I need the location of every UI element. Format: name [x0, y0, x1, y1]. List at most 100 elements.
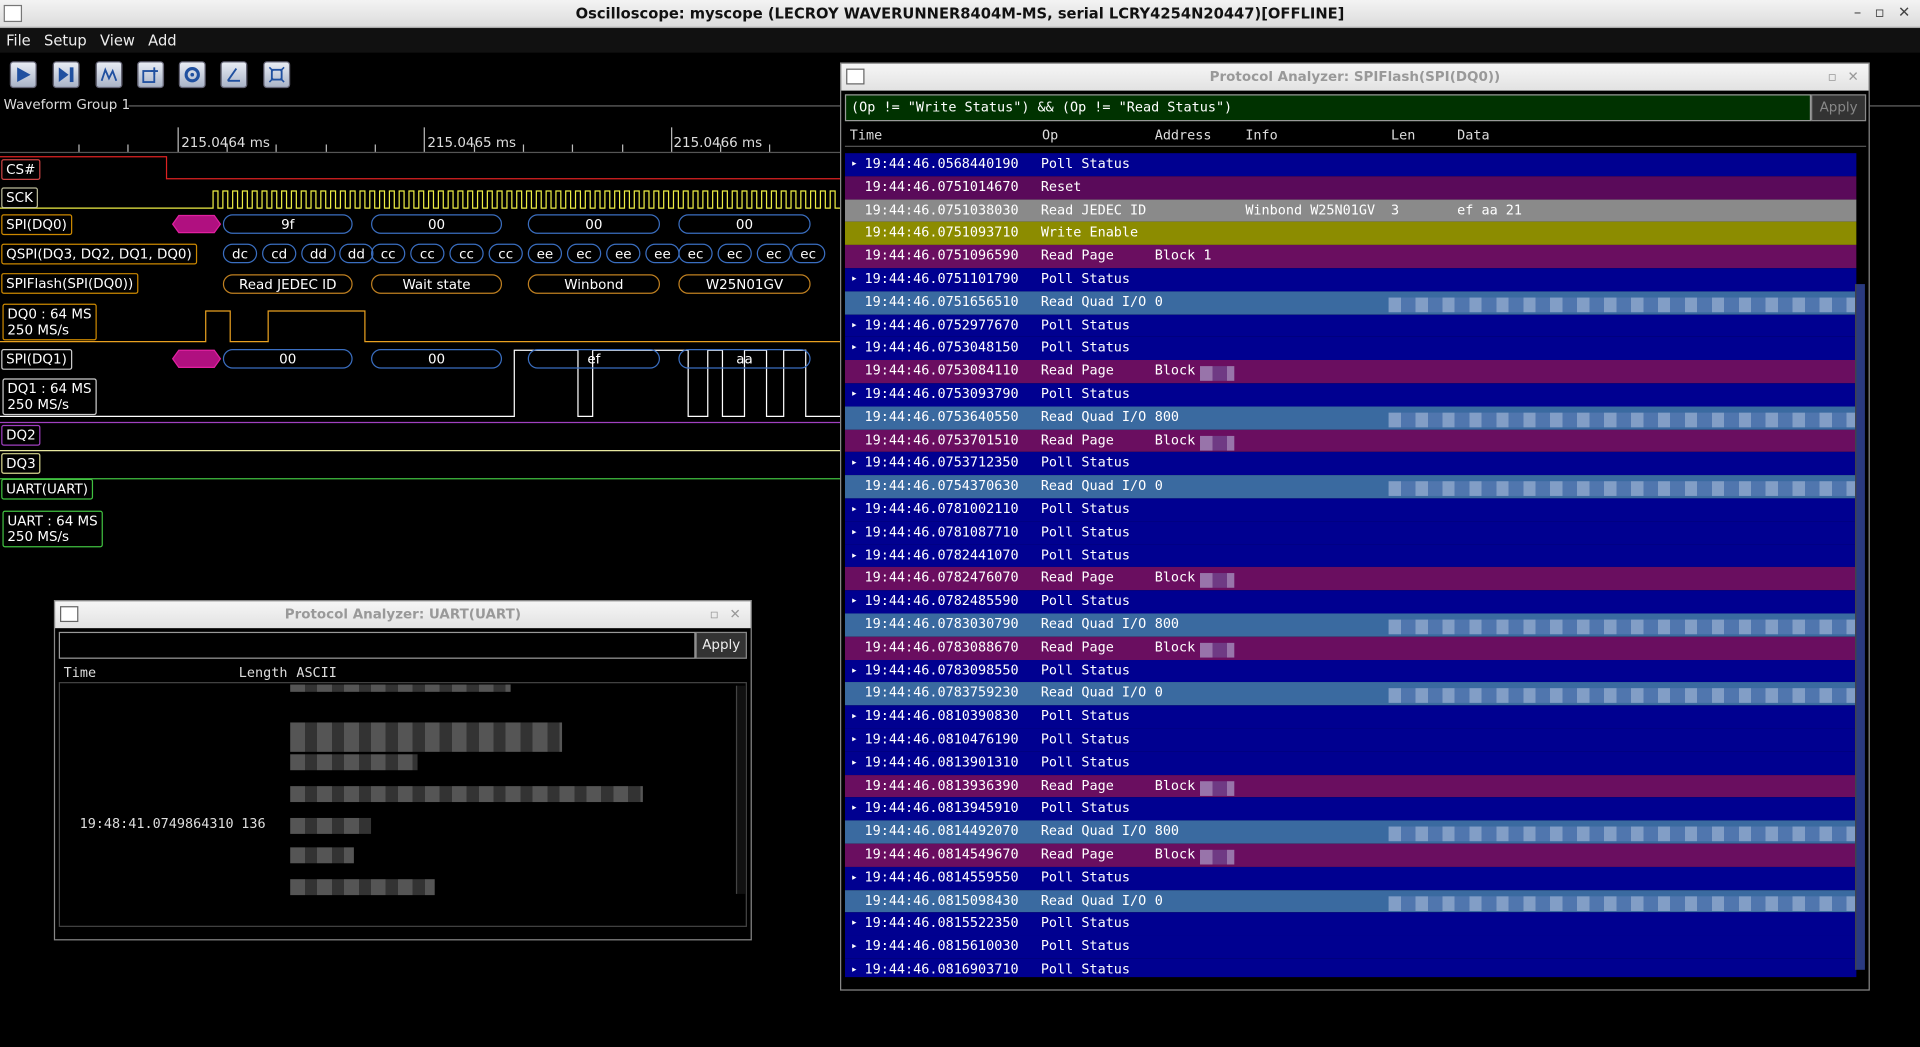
table-row[interactable]: 19:44:46.0753084110 Read Page Block	[844, 360, 1857, 384]
spiflash-decode[interactable]: Wait state	[371, 274, 503, 294]
spi-scrollbar[interactable]	[1855, 284, 1865, 970]
col-len[interactable]: Len	[1391, 127, 1415, 143]
channel-cs[interactable]: CS#	[1, 159, 41, 181]
menu-file[interactable]: File	[0, 28, 31, 49]
table-row[interactable]: ▸ 19:44:46.0751101790 Poll Status	[844, 268, 1857, 292]
expand-icon[interactable]: ▸	[851, 752, 858, 775]
qspi-nibble[interactable]: cd	[262, 243, 297, 264]
play-icon[interactable]	[9, 61, 37, 89]
table-row[interactable]: 19:44:46.0751656510 Read Quad I/O 0	[844, 291, 1857, 315]
table-row[interactable]: 19:44:46.0814549670 Read Page Block	[844, 843, 1857, 867]
dq0-byte[interactable]: 00	[371, 214, 503, 234]
expand-icon[interactable]: ▸	[851, 498, 858, 521]
expand-icon[interactable]: ▸	[851, 314, 858, 337]
col-length[interactable]: Length	[239, 665, 288, 681]
table-row[interactable]: 19:44:46.0754370630 Read Quad I/O 0	[844, 475, 1857, 499]
qspi-nibble[interactable]: ec	[791, 243, 826, 264]
table-row[interactable]: ▸ 19:44:46.0782441070 Poll Status	[844, 544, 1857, 568]
table-row[interactable]: 19:44:46.0783030790 Read Quad I/O 800	[844, 613, 1857, 637]
table-row[interactable]: 19:44:46.0751096590 Read Page Block 1	[844, 245, 1857, 269]
spi-packet-list[interactable]: ▸ 19:44:46.0568440190 Poll Status 19:44:46.…	[844, 153, 1865, 978]
table-row[interactable]: ▸ 19:44:46.0814559550 Poll Status	[844, 866, 1857, 890]
table-row[interactable]: ▸ 19:44:46.0813901310 Poll Status	[844, 751, 1857, 775]
table-row[interactable]: 19:44:46.0751038030 Read JEDEC ID Winbond …	[844, 199, 1857, 223]
table-row[interactable]: 19:44:46.0814492070 Read Quad I/O 800	[844, 820, 1857, 844]
expand-icon[interactable]: ▸	[851, 452, 858, 475]
channel-dq2[interactable]: DQ2	[1, 424, 41, 446]
qspi-nibble[interactable]: cc	[371, 243, 406, 264]
table-row[interactable]: 19:44:46.0751093710 Write Enable	[844, 222, 1857, 246]
expand-icon[interactable]: ▸	[851, 544, 858, 567]
table-row[interactable]: 19:44:46.0751014670 Reset	[844, 176, 1857, 200]
dq0-byte[interactable]: 9f	[222, 214, 353, 234]
menu-view[interactable]: View	[94, 28, 135, 49]
table-row[interactable]: ▸ 19:44:46.0781002110 Poll Status	[844, 498, 1857, 522]
table-row[interactable]: ▸ 19:44:46.0810390830 Poll Status	[844, 705, 1857, 729]
uart-scrollbar[interactable]	[735, 685, 746, 894]
qspi-nibble[interactable]: cc	[488, 243, 523, 264]
table-row[interactable]: ▸ 19:44:46.0782485590 Poll Status	[844, 590, 1857, 614]
add-channel-icon[interactable]	[137, 61, 165, 89]
channel-sck[interactable]: SCK	[1, 187, 38, 209]
table-row[interactable]: 19:44:46.0753640550 Read Quad I/O 800	[844, 406, 1857, 430]
expand-icon[interactable]: ▸	[851, 959, 858, 977]
menu-add[interactable]: Add	[142, 28, 176, 49]
channel-dq3[interactable]: DQ3	[1, 453, 41, 474]
restore-icon[interactable]: ▫	[1875, 4, 1885, 21]
table-row[interactable]: ▸ 19:44:46.0753093790 Poll Status	[844, 383, 1857, 407]
qspi-nibble[interactable]: dc	[222, 243, 258, 264]
qspi-nibble[interactable]: ee	[527, 243, 563, 264]
qspi-nibble[interactable]: ec	[678, 243, 713, 264]
expand-icon[interactable]: ▸	[851, 590, 858, 613]
uart-filter-input[interactable]	[58, 631, 696, 659]
dq1-byte[interactable]: aa	[678, 348, 811, 369]
spi-apply-button[interactable]: Apply	[1811, 94, 1867, 122]
channel-spi-dq1[interactable]: SPI(DQ1)	[1, 348, 72, 370]
qspi-nibble[interactable]: dd	[301, 243, 336, 264]
expand-icon[interactable]: ▸	[851, 660, 858, 683]
measure-icon[interactable]	[220, 61, 248, 89]
table-row[interactable]: 19:44:46.0815098430 Read Quad I/O 0	[844, 889, 1857, 913]
qspi-nibble[interactable]: ec	[566, 243, 602, 264]
expand-icon[interactable]: ▸	[851, 268, 858, 291]
dq1-byte[interactable]: 00	[222, 348, 353, 369]
spi-filter-input[interactable]: (Op != "Write Status") && (Op != "Read S…	[844, 94, 1812, 122]
dq0-byte[interactable]: 00	[678, 214, 811, 234]
expand-icon[interactable]: ▸	[851, 798, 858, 821]
dq1-byte[interactable]: ef	[527, 348, 661, 369]
uart-row-time[interactable]: 19:48:41.0749864310	[80, 816, 234, 832]
qspi-nibble[interactable]: ec	[717, 243, 752, 264]
channel-spi-dq0[interactable]: SPI(DQ0)	[1, 214, 72, 236]
table-row[interactable]: 19:44:46.0783759230 Read Quad I/O 0	[844, 682, 1857, 706]
qspi-nibble[interactable]: dd	[339, 243, 374, 264]
maximize-icon[interactable]: ▫	[1828, 69, 1837, 85]
close-icon[interactable]: ✕	[1848, 69, 1859, 85]
window-icon[interactable]	[846, 68, 865, 85]
table-row[interactable]: 19:44:46.0813936390 Read Page Block	[844, 774, 1857, 798]
expand-icon[interactable]: ▸	[851, 521, 858, 544]
qspi-nibble[interactable]: ee	[645, 243, 680, 264]
close-icon[interactable]: ✕	[730, 606, 741, 622]
table-row[interactable]: ▸ 19:44:46.0753048150 Poll Status	[844, 337, 1857, 361]
spi-protocol-analyzer[interactable]: Protocol Analyzer: SPIFlash(SPI(DQ0)) ▫ …	[840, 62, 1870, 991]
channel-spiflash[interactable]: SPIFlash(SPI(DQ0))	[1, 273, 139, 294]
channel-uart[interactable]: UART(UART)	[1, 478, 93, 500]
col-data[interactable]: Data	[1457, 127, 1489, 143]
maximize-icon[interactable]: ▫	[710, 606, 719, 622]
expand-icon[interactable]: ▸	[851, 383, 858, 406]
close-icon[interactable]: ✕	[1898, 4, 1910, 21]
table-row[interactable]: ▸ 19:44:46.0568440190 Poll Status	[844, 153, 1857, 177]
expand-icon[interactable]: ▸	[851, 913, 858, 936]
table-row[interactable]: ▸ 19:44:46.0815610030 Poll Status	[844, 935, 1857, 959]
table-row[interactable]: ▸ 19:44:46.0752977670 Poll Status	[844, 314, 1857, 338]
spiflash-decode[interactable]: Winbond	[527, 274, 661, 294]
step-icon[interactable]	[52, 61, 80, 89]
col-time[interactable]: Time	[64, 665, 96, 681]
expand-icon[interactable]: ▸	[851, 867, 858, 890]
zoom-fit-icon[interactable]	[263, 61, 291, 89]
qspi-nibble[interactable]: cc	[410, 243, 445, 264]
window-icon[interactable]	[60, 606, 79, 623]
table-row[interactable]: ▸ 19:44:46.0753712350 Poll Status	[844, 452, 1857, 476]
qspi-nibble[interactable]: ee	[606, 243, 641, 264]
uart-protocol-analyzer[interactable]: Protocol Analyzer: UART(UART) ▫ ✕ Apply …	[53, 600, 752, 941]
